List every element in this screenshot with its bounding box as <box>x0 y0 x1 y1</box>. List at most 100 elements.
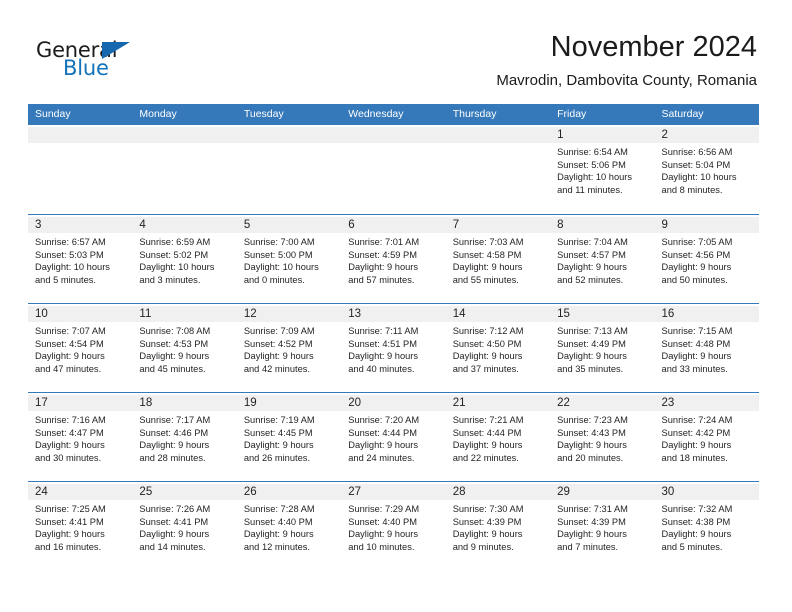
daylight-duration-line1: Daylight: 9 hours <box>243 351 314 362</box>
sunset-time: Sunset: 4:51 PM <box>348 338 417 349</box>
day-cell[interactable]: 22 Sunrise: 7:23 AM Sunset: 4:43 PM Dayligh… <box>550 393 655 481</box>
day-cell[interactable]: 18 Sunrise: 7:17 AM Sunset: 4:46 PM Dayligh… <box>132 393 237 481</box>
day-cell[interactable]: 28 Sunrise: 7:30 AM Sunset: 4:39 PM Dayligh… <box>445 482 551 570</box>
sunset-time: Sunset: 5:00 PM <box>243 249 313 260</box>
sunrise-time: Sunrise: 7:25 AM <box>35 504 106 514</box>
weeks-container: 1 Sunrise: 6:54 AM Sunset: 5:06 PM Daylight… <box>28 125 759 570</box>
day-cell[interactable]: 30 Sunrise: 7:32 AM Sunset: 4:38 PM Dayligh… <box>654 482 759 570</box>
daylight-duration-line1: Daylight: 9 hours <box>243 440 314 451</box>
daylight-duration-line2: and 26 minutes. <box>243 452 310 463</box>
sunrise-time: Sunrise: 7:01 AM <box>348 237 420 247</box>
daylight-duration-line2: and 50 minutes. <box>661 274 728 285</box>
general-blue-logo[interactable]: General Blue <box>36 38 156 86</box>
day-cell-empty <box>28 125 133 214</box>
sunrise-time: Sunrise: 7:21 AM <box>452 415 524 425</box>
sunset-time: Sunset: 4:44 PM <box>452 427 522 438</box>
day-cell[interactable]: 24 Sunrise: 7:25 AM Sunset: 4:41 PM Dayligh… <box>28 482 133 570</box>
week-row: 3 Sunrise: 6:57 AM Sunset: 5:03 PM Daylight… <box>28 214 759 303</box>
day-cell[interactable]: 3 Sunrise: 6:57 AM Sunset: 5:03 PM Daylight… <box>28 215 133 303</box>
day-sun-info: Sunrise: 7:01 AM Sunset: 4:59 PM Daylight:… <box>341 233 445 286</box>
daylight-duration-line1: Daylight: 9 hours <box>452 351 523 362</box>
sunrise-time: Sunrise: 7:16 AM <box>35 415 106 425</box>
day-sun-info: Sunrise: 7:29 AM Sunset: 4:40 PM Daylight:… <box>341 500 445 553</box>
sunrise-time: Sunrise: 6:57 AM <box>35 237 106 247</box>
sunset-time: Sunset: 4:42 PM <box>661 427 731 438</box>
week-row: 24 Sunrise: 7:25 AM Sunset: 4:41 PM Dayligh… <box>28 481 759 570</box>
day-cell[interactable]: 4 Sunrise: 6:59 AM Sunset: 5:02 PM Daylight… <box>132 215 237 303</box>
daylight-duration-line1: Daylight: 10 hours <box>557 172 633 183</box>
day-sun-info: Sunrise: 7:12 AM Sunset: 4:50 PM Daylight:… <box>446 322 550 375</box>
day-cell[interactable]: 14 Sunrise: 7:12 AM Sunset: 4:50 PM Dayligh… <box>445 304 551 392</box>
sunrise-time: Sunrise: 7:26 AM <box>139 504 211 514</box>
day-cell[interactable]: 1 Sunrise: 6:54 AM Sunset: 5:06 PM Daylight… <box>550 125 655 214</box>
sunrise-time: Sunrise: 7:09 AM <box>243 326 315 336</box>
day-number: 22 <box>550 395 655 411</box>
daylight-duration-line2: and 16 minutes. <box>35 541 102 552</box>
day-number: 25 <box>132 484 237 500</box>
day-cell[interactable]: 19 Sunrise: 7:19 AM Sunset: 4:45 PM Dayligh… <box>236 393 342 481</box>
day-sun-info: Sunrise: 7:17 AM Sunset: 4:46 PM Daylight:… <box>132 411 236 464</box>
day-cell[interactable]: 21 Sunrise: 7:21 AM Sunset: 4:44 PM Dayligh… <box>445 393 551 481</box>
day-cell[interactable]: 16 Sunrise: 7:15 AM Sunset: 4:48 PM Dayligh… <box>654 304 759 392</box>
day-number <box>236 127 342 143</box>
day-cell[interactable]: 12 Sunrise: 7:09 AM Sunset: 4:52 PM Dayligh… <box>236 304 342 392</box>
page-title: November 2024 <box>550 31 757 63</box>
day-cell[interactable]: 20 Sunrise: 7:20 AM Sunset: 4:44 PM Dayligh… <box>341 393 446 481</box>
day-number: 21 <box>445 395 551 411</box>
day-number: 5 <box>236 217 342 233</box>
daylight-duration-line1: Daylight: 9 hours <box>557 440 627 451</box>
daylight-duration-line1: Daylight: 9 hours <box>348 529 419 540</box>
sunrise-time: Sunrise: 7:24 AM <box>661 415 733 425</box>
day-cell[interactable]: 5 Sunrise: 7:00 AM Sunset: 5:00 PM Daylight… <box>236 215 342 303</box>
day-number: 24 <box>28 484 133 500</box>
day-cell[interactable]: 23 Sunrise: 7:24 AM Sunset: 4:42 PM Dayligh… <box>654 393 759 481</box>
sunset-time: Sunset: 4:49 PM <box>557 338 626 349</box>
sunrise-time: Sunrise: 7:11 AM <box>348 326 419 336</box>
day-cell[interactable]: 6 Sunrise: 7:01 AM Sunset: 4:59 PM Daylight… <box>341 215 446 303</box>
daylight-duration-line1: Daylight: 9 hours <box>35 440 105 451</box>
day-sun-info: Sunrise: 6:59 AM Sunset: 5:02 PM Daylight:… <box>132 233 236 286</box>
day-number: 7 <box>445 217 551 233</box>
day-number: 30 <box>654 484 759 500</box>
daylight-duration-line1: Daylight: 9 hours <box>139 351 210 362</box>
day-cell[interactable]: 26 Sunrise: 7:28 AM Sunset: 4:40 PM Dayligh… <box>236 482 342 570</box>
weekday-header-monday: Monday <box>139 108 177 120</box>
sunset-time: Sunset: 4:38 PM <box>661 516 731 527</box>
calendar-grid: Sunday Monday Tuesday Wednesday Thursday… <box>28 104 759 570</box>
sunset-time: Sunset: 4:39 PM <box>557 516 626 527</box>
weekday-header-thursday: Thursday <box>452 108 497 120</box>
day-cell[interactable]: 25 Sunrise: 7:26 AM Sunset: 4:41 PM Dayligh… <box>132 482 237 570</box>
day-cell[interactable]: 27 Sunrise: 7:29 AM Sunset: 4:40 PM Dayligh… <box>341 482 446 570</box>
day-sun-info: Sunrise: 6:54 AM Sunset: 5:06 PM Daylight:… <box>550 143 654 196</box>
day-cell[interactable]: 17 Sunrise: 7:16 AM Sunset: 4:47 PM Dayligh… <box>28 393 133 481</box>
weekday-header-row: Sunday Monday Tuesday Wednesday Thursday… <box>28 104 759 125</box>
day-cell[interactable]: 29 Sunrise: 7:31 AM Sunset: 4:39 PM Dayligh… <box>550 482 655 570</box>
day-cell[interactable]: 2 Sunrise: 6:56 AM Sunset: 5:04 PM Daylight… <box>654 125 759 214</box>
week-row: 17 Sunrise: 7:16 AM Sunset: 4:47 PM Dayligh… <box>28 392 759 481</box>
daylight-duration-line2: and 5 minutes. <box>35 274 96 285</box>
daylight-duration-line1: Daylight: 9 hours <box>557 529 627 540</box>
daylight-duration-line1: Daylight: 9 hours <box>661 262 732 273</box>
page-subtitle: Mavrodin, Dambovita County, Romania <box>496 72 757 89</box>
day-cell[interactable]: 15 Sunrise: 7:13 AM Sunset: 4:49 PM Dayligh… <box>550 304 655 392</box>
day-cell[interactable]: 8 Sunrise: 7:04 AM Sunset: 4:57 PM Daylight… <box>550 215 655 303</box>
day-number: 11 <box>132 306 237 322</box>
day-cell[interactable]: 10 Sunrise: 7:07 AM Sunset: 4:54 PM Dayligh… <box>28 304 133 392</box>
day-sun-info: Sunrise: 7:23 AM Sunset: 4:43 PM Daylight:… <box>550 411 654 464</box>
sunset-time: Sunset: 4:54 PM <box>35 338 104 349</box>
day-cell[interactable]: 9 Sunrise: 7:05 AM Sunset: 4:56 PM Daylight… <box>654 215 759 303</box>
day-cell[interactable]: 11 Sunrise: 7:08 AM Sunset: 4:53 PM Dayligh… <box>132 304 237 392</box>
daylight-duration-line2: and 0 minutes. <box>243 274 305 285</box>
sunrise-time: Sunrise: 7:12 AM <box>452 326 524 336</box>
day-cell[interactable]: 13 Sunrise: 7:11 AM Sunset: 4:51 PM Dayligh… <box>341 304 446 392</box>
sunrise-time: Sunrise: 7:20 AM <box>348 415 420 425</box>
day-number: 9 <box>654 217 759 233</box>
day-sun-info: Sunrise: 7:11 AM Sunset: 4:51 PM Daylight:… <box>341 322 445 375</box>
day-number <box>341 127 446 143</box>
sunrise-time: Sunrise: 7:03 AM <box>452 237 524 247</box>
day-cell[interactable]: 7 Sunrise: 7:03 AM Sunset: 4:58 PM Daylight… <box>445 215 551 303</box>
sunset-time: Sunset: 4:59 PM <box>348 249 417 260</box>
daylight-duration-line2: and 5 minutes. <box>661 541 723 552</box>
day-cell-empty <box>132 125 237 214</box>
daylight-duration-line1: Daylight: 9 hours <box>139 440 210 451</box>
